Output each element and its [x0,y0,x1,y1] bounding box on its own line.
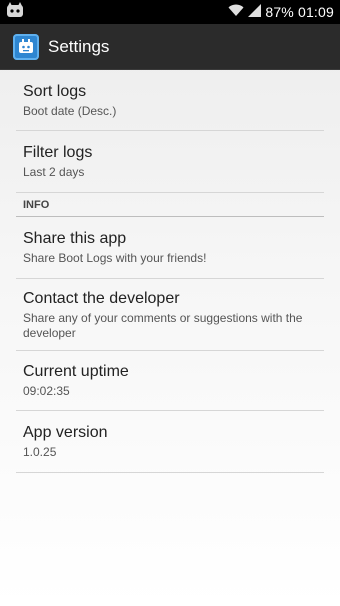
clock: 01:09 [297,4,334,20]
preference-list: Sort logs Boot date (Desc.) Filter logs … [0,71,340,473]
info-category-header: INFO [16,193,324,217]
filter-logs-title: Filter logs [23,144,93,161]
share-app-preference[interactable]: Share this app Share Boot Logs with your… [16,217,324,279]
sort-logs-title: Sort logs [23,83,87,100]
app-version-value: 1.0.25 [23,445,57,459]
notification-app-icon [6,1,24,23]
share-app-summary: Share Boot Logs with your friends! [23,251,207,265]
status-bar: 87% 01:09 [0,0,340,24]
action-bar: Settings [0,24,340,70]
cell-signal-icon [248,4,262,20]
contact-developer-title: Contact the developer [23,289,180,307]
wifi-icon [228,4,244,20]
battery-percent: 87% [265,4,294,20]
sort-logs-preference[interactable]: Sort logs Boot date (Desc.) [16,71,324,131]
app-version-preference[interactable]: App version 1.0.25 [16,411,324,473]
sort-logs-summary: Boot date (Desc.) [23,104,117,118]
app-version-title: App version [23,424,108,441]
share-app-title: Share this app [23,230,127,247]
uptime-value: 09:02:35 [23,384,70,398]
uptime-preference[interactable]: Current uptime 09:02:35 [16,351,324,411]
status-right: 87% 01:09 [228,4,334,20]
contact-developer-preference[interactable]: Contact the developer Share any of your … [16,279,324,351]
status-left [6,1,24,23]
app-logo-icon[interactable] [13,33,39,60]
contact-developer-summary: Share any of your comments or suggestion… [23,310,303,340]
filter-logs-summary: Last 2 days [23,165,85,179]
page-title: Settings [48,36,110,56]
filter-logs-preference[interactable]: Filter logs Last 2 days [16,131,324,193]
uptime-title: Current uptime [23,363,129,380]
